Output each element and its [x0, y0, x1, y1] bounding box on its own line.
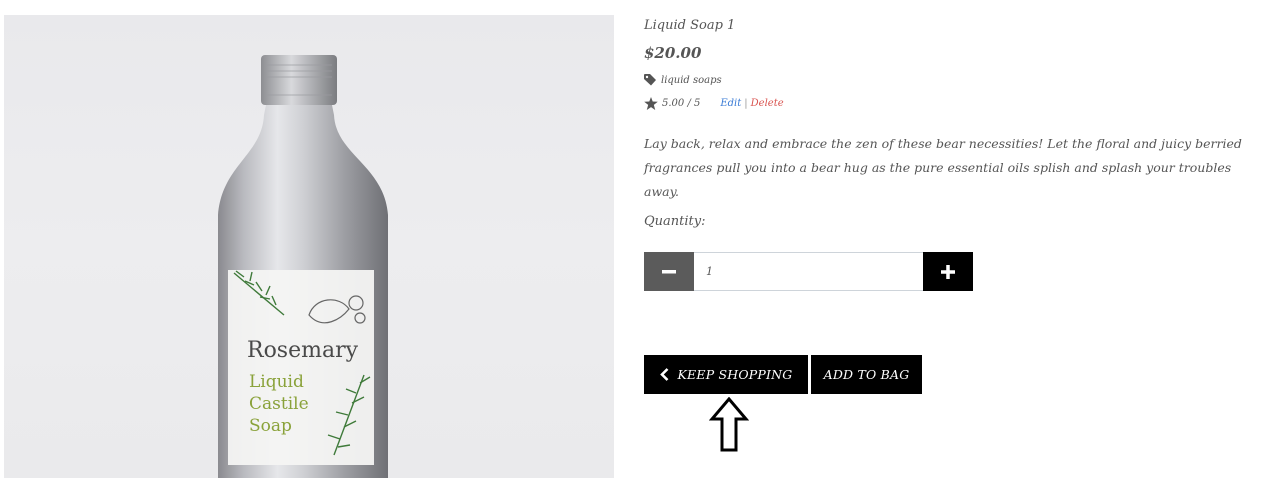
rating-value: 5.00 / 5 [662, 98, 701, 109]
link-separator: | [744, 98, 748, 109]
product-image: Rosemary Liquid Castile Soap [4, 15, 614, 478]
plus-icon [941, 264, 955, 279]
edit-link[interactable]: Edit [720, 98, 741, 109]
minus-icon [662, 269, 676, 273]
keep-shopping-label: KEEP SHOPPING [677, 367, 793, 382]
product-category: liquid soaps [644, 74, 722, 86]
quantity-stepper [644, 252, 973, 291]
quantity-label: Quantity: [644, 214, 706, 229]
product-rating: 5.00 / 5 Edit | Delete [644, 97, 784, 110]
up-arrow-icon [709, 397, 749, 452]
product-name: Liquid Soap 1 [644, 18, 736, 33]
increment-button[interactable] [923, 252, 973, 291]
decrement-button[interactable] [644, 252, 694, 291]
label-text-castile: Castile [249, 394, 309, 414]
keep-shopping-button[interactable]: KEEP SHOPPING [644, 355, 808, 394]
chevron-left-icon [659, 368, 668, 381]
tag-icon [644, 74, 656, 86]
add-to-bag-button[interactable]: ADD TO BAG [811, 355, 922, 394]
delete-link[interactable]: Delete [751, 98, 784, 109]
quantity-input[interactable] [694, 252, 923, 291]
product-description: Lay back, relax and embrace the zen of t… [644, 136, 1242, 199]
soap-bottle-image: Rosemary Liquid Castile Soap [218, 55, 388, 478]
label-text-rosemary: Rosemary [247, 338, 359, 363]
label-text-soap: Soap [249, 416, 292, 436]
label-text-liquid: Liquid [249, 372, 304, 392]
star-icon [644, 97, 658, 110]
product-price: $20.00 [644, 44, 702, 62]
category-link[interactable]: liquid soaps [661, 75, 722, 86]
add-to-bag-label: ADD TO BAG [823, 367, 910, 382]
